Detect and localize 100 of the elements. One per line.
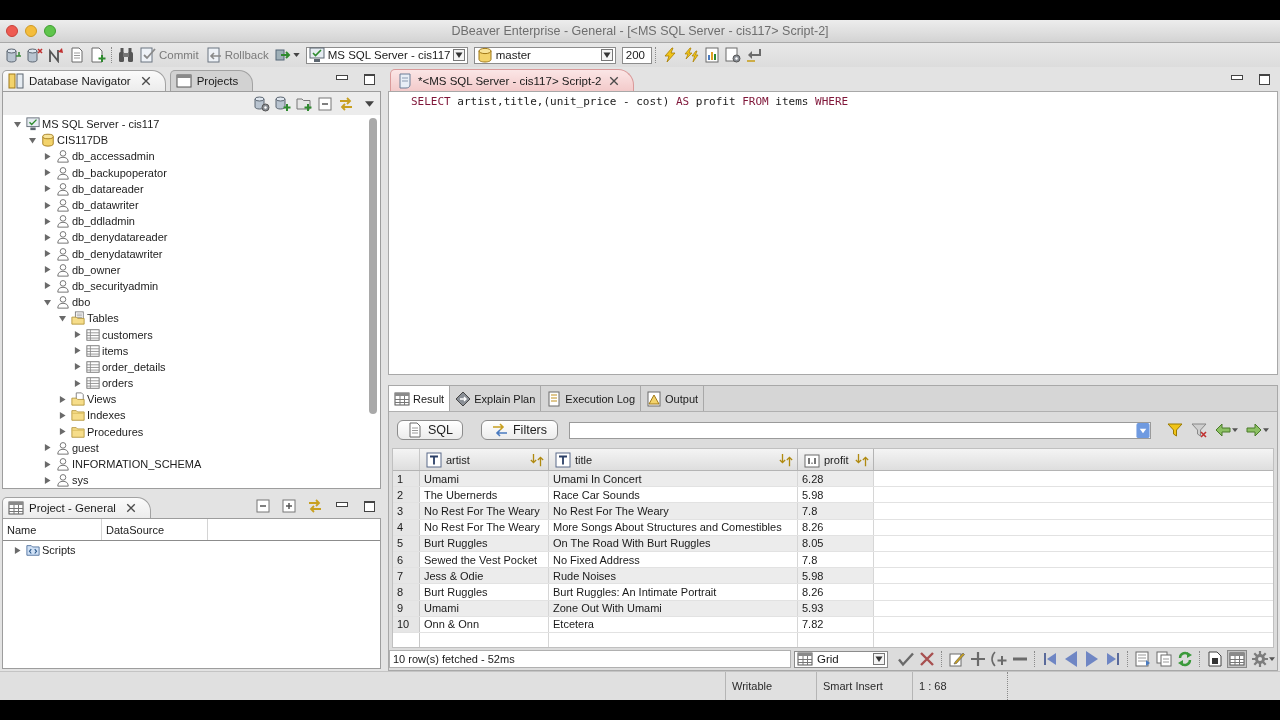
sort-arrows-icon[interactable] <box>779 452 793 467</box>
tree-item[interactable]: order_details <box>102 360 166 373</box>
disclosure-triangle-icon[interactable] <box>44 476 51 484</box>
disclosure-triangle-icon[interactable] <box>59 314 66 322</box>
disclosure-triangle-icon[interactable] <box>44 460 51 468</box>
disclosure-triangle-icon[interactable] <box>44 169 51 177</box>
document-chart-icon[interactable] <box>703 47 720 63</box>
disclosure-triangle-icon[interactable] <box>44 444 51 452</box>
funnel-icon[interactable] <box>1167 422 1183 438</box>
document-plus-icon[interactable] <box>90 47 106 63</box>
minimize-icon[interactable] <box>336 501 348 507</box>
double-lightning-icon[interactable] <box>682 47 699 63</box>
funnel-cross-icon[interactable] <box>1191 422 1207 438</box>
collapse-all-icon[interactable] <box>317 95 333 112</box>
disclosure-triangle-icon[interactable] <box>74 347 81 355</box>
disclosure-triangle-icon[interactable] <box>74 363 81 371</box>
tree-item[interactable]: db_datareader <box>72 182 144 195</box>
disclosure-triangle-icon[interactable] <box>44 298 51 306</box>
tree-item[interactable]: db_denydatareader <box>72 231 168 244</box>
tree-item[interactable]: db_accessadmin <box>72 150 155 163</box>
panel-tab[interactable]: Project - General <box>2 497 151 518</box>
back-button[interactable] <box>1213 421 1240 439</box>
disclosure-triangle-icon[interactable] <box>14 546 21 554</box>
disclosure-triangle-icon[interactable] <box>59 428 66 436</box>
panel-tab[interactable]: Projects <box>169 70 254 91</box>
grid-toggle-button[interactable] <box>1227 650 1247 668</box>
plus-icon[interactable] <box>970 651 986 667</box>
database-cross-icon[interactable] <box>27 47 43 63</box>
filter-field[interactable] <box>569 421 1151 439</box>
checkmark-icon[interactable] <box>898 651 914 667</box>
disclosure-triangle-icon[interactable] <box>44 233 51 241</box>
editor-tab[interactable]: *<MS SQL Server - cis117> Script-2 <box>390 69 635 91</box>
connection-combo[interactable]: MS SQL Server - cis117 <box>305 46 468 64</box>
close-icon[interactable] <box>609 75 620 86</box>
database-plus-icon[interactable] <box>275 95 291 112</box>
column-header[interactable]: title <box>549 449 798 470</box>
disclosure-triangle-icon[interactable] <box>59 411 66 419</box>
settings-button[interactable] <box>1250 650 1277 668</box>
close-icon[interactable] <box>125 503 136 513</box>
sql-editor[interactable]: SELECT artist,title,(unit_price - cost) AS profit FROM items WHERE <box>388 91 1278 375</box>
expand-all-icon[interactable] <box>281 498 297 514</box>
tree-item[interactable]: MS SQL Server - cis117 <box>42 118 160 131</box>
tree-item[interactable]: INFORMATION_SCHEMA <box>72 458 202 471</box>
next-icon[interactable] <box>1084 651 1100 667</box>
disclosure-triangle-icon[interactable] <box>44 266 51 274</box>
disclosure-triangle-icon[interactable] <box>14 120 21 128</box>
tree-item[interactable]: Scripts <box>42 544 76 557</box>
view-mode-combo[interactable]: Grid <box>794 650 888 668</box>
pencil-icon[interactable] <box>949 651 965 667</box>
tree-item[interactable]: items <box>102 344 129 357</box>
tree-item[interactable]: dbo <box>72 296 91 309</box>
folder-plus-icon[interactable] <box>296 95 312 112</box>
column-header[interactable]: DataSource <box>102 519 208 540</box>
collapse-all-icon[interactable] <box>255 498 271 514</box>
database-plug-icon[interactable] <box>6 47 22 63</box>
tree-item[interactable]: db_denydatawriter <box>72 247 163 260</box>
column-header[interactable]: Name <box>3 519 102 540</box>
view-menu-icon[interactable] <box>365 100 374 107</box>
tree-item[interactable]: orders <box>102 377 134 390</box>
documents-icon[interactable] <box>1156 651 1172 667</box>
tree-item[interactable]: CIS117DB <box>57 134 109 147</box>
scrollbar[interactable] <box>369 118 377 414</box>
minimize-icon[interactable] <box>336 74 348 80</box>
panel-tab[interactable]: Database Navigator <box>2 70 166 91</box>
tree-item[interactable]: Views <box>87 393 117 406</box>
binoculars-icon[interactable] <box>118 47 134 63</box>
tree-item[interactable]: guest <box>72 441 99 454</box>
bracket-plus-icon[interactable] <box>991 651 1007 667</box>
column-header[interactable]: artist <box>420 449 549 470</box>
maximize-icon[interactable] <box>1259 73 1270 85</box>
document-list-icon[interactable] <box>1135 651 1151 667</box>
result-tab[interactable]: Result <box>389 386 451 411</box>
sort-arrows-icon[interactable] <box>530 452 544 467</box>
zoom-window-icon[interactable] <box>44 25 56 37</box>
tree-item[interactable]: db_ddladmin <box>72 215 135 228</box>
column-header[interactable]: profit <box>798 449 874 470</box>
first-page-icon[interactable] <box>1042 651 1058 667</box>
minimize-icon[interactable] <box>1231 74 1243 80</box>
close-icon[interactable] <box>140 76 151 86</box>
tree-item[interactable]: db_securityadmin <box>72 279 159 292</box>
max-rows-field[interactable]: 200 <box>621 46 652 64</box>
disclosure-triangle-icon[interactable] <box>44 282 51 290</box>
document-gear-icon[interactable] <box>724 47 741 63</box>
filters-button[interactable]: Filters <box>481 420 558 440</box>
zigzag-arrow-icon[interactable] <box>48 47 64 63</box>
tree-item[interactable]: Indexes <box>87 409 126 422</box>
disclosure-triangle-icon[interactable] <box>29 136 36 144</box>
tree-item[interactable]: db_datawriter <box>72 199 139 212</box>
tree-item[interactable]: Tables <box>87 312 119 325</box>
sort-arrows-icon[interactable] <box>855 452 869 467</box>
lightning-icon[interactable] <box>661 47 678 63</box>
return-arrow-icon[interactable] <box>745 47 762 63</box>
tree-item[interactable]: sys <box>72 474 89 487</box>
disclosure-triangle-icon[interactable] <box>44 201 51 209</box>
sql-button[interactable]: SQL <box>397 420 463 440</box>
cross-icon[interactable] <box>919 651 935 667</box>
disclosure-triangle-icon[interactable] <box>74 379 81 387</box>
disclosure-triangle-icon[interactable] <box>44 185 51 193</box>
disclosure-triangle-icon[interactable] <box>74 331 81 339</box>
tree-item[interactable]: Procedures <box>87 425 144 438</box>
